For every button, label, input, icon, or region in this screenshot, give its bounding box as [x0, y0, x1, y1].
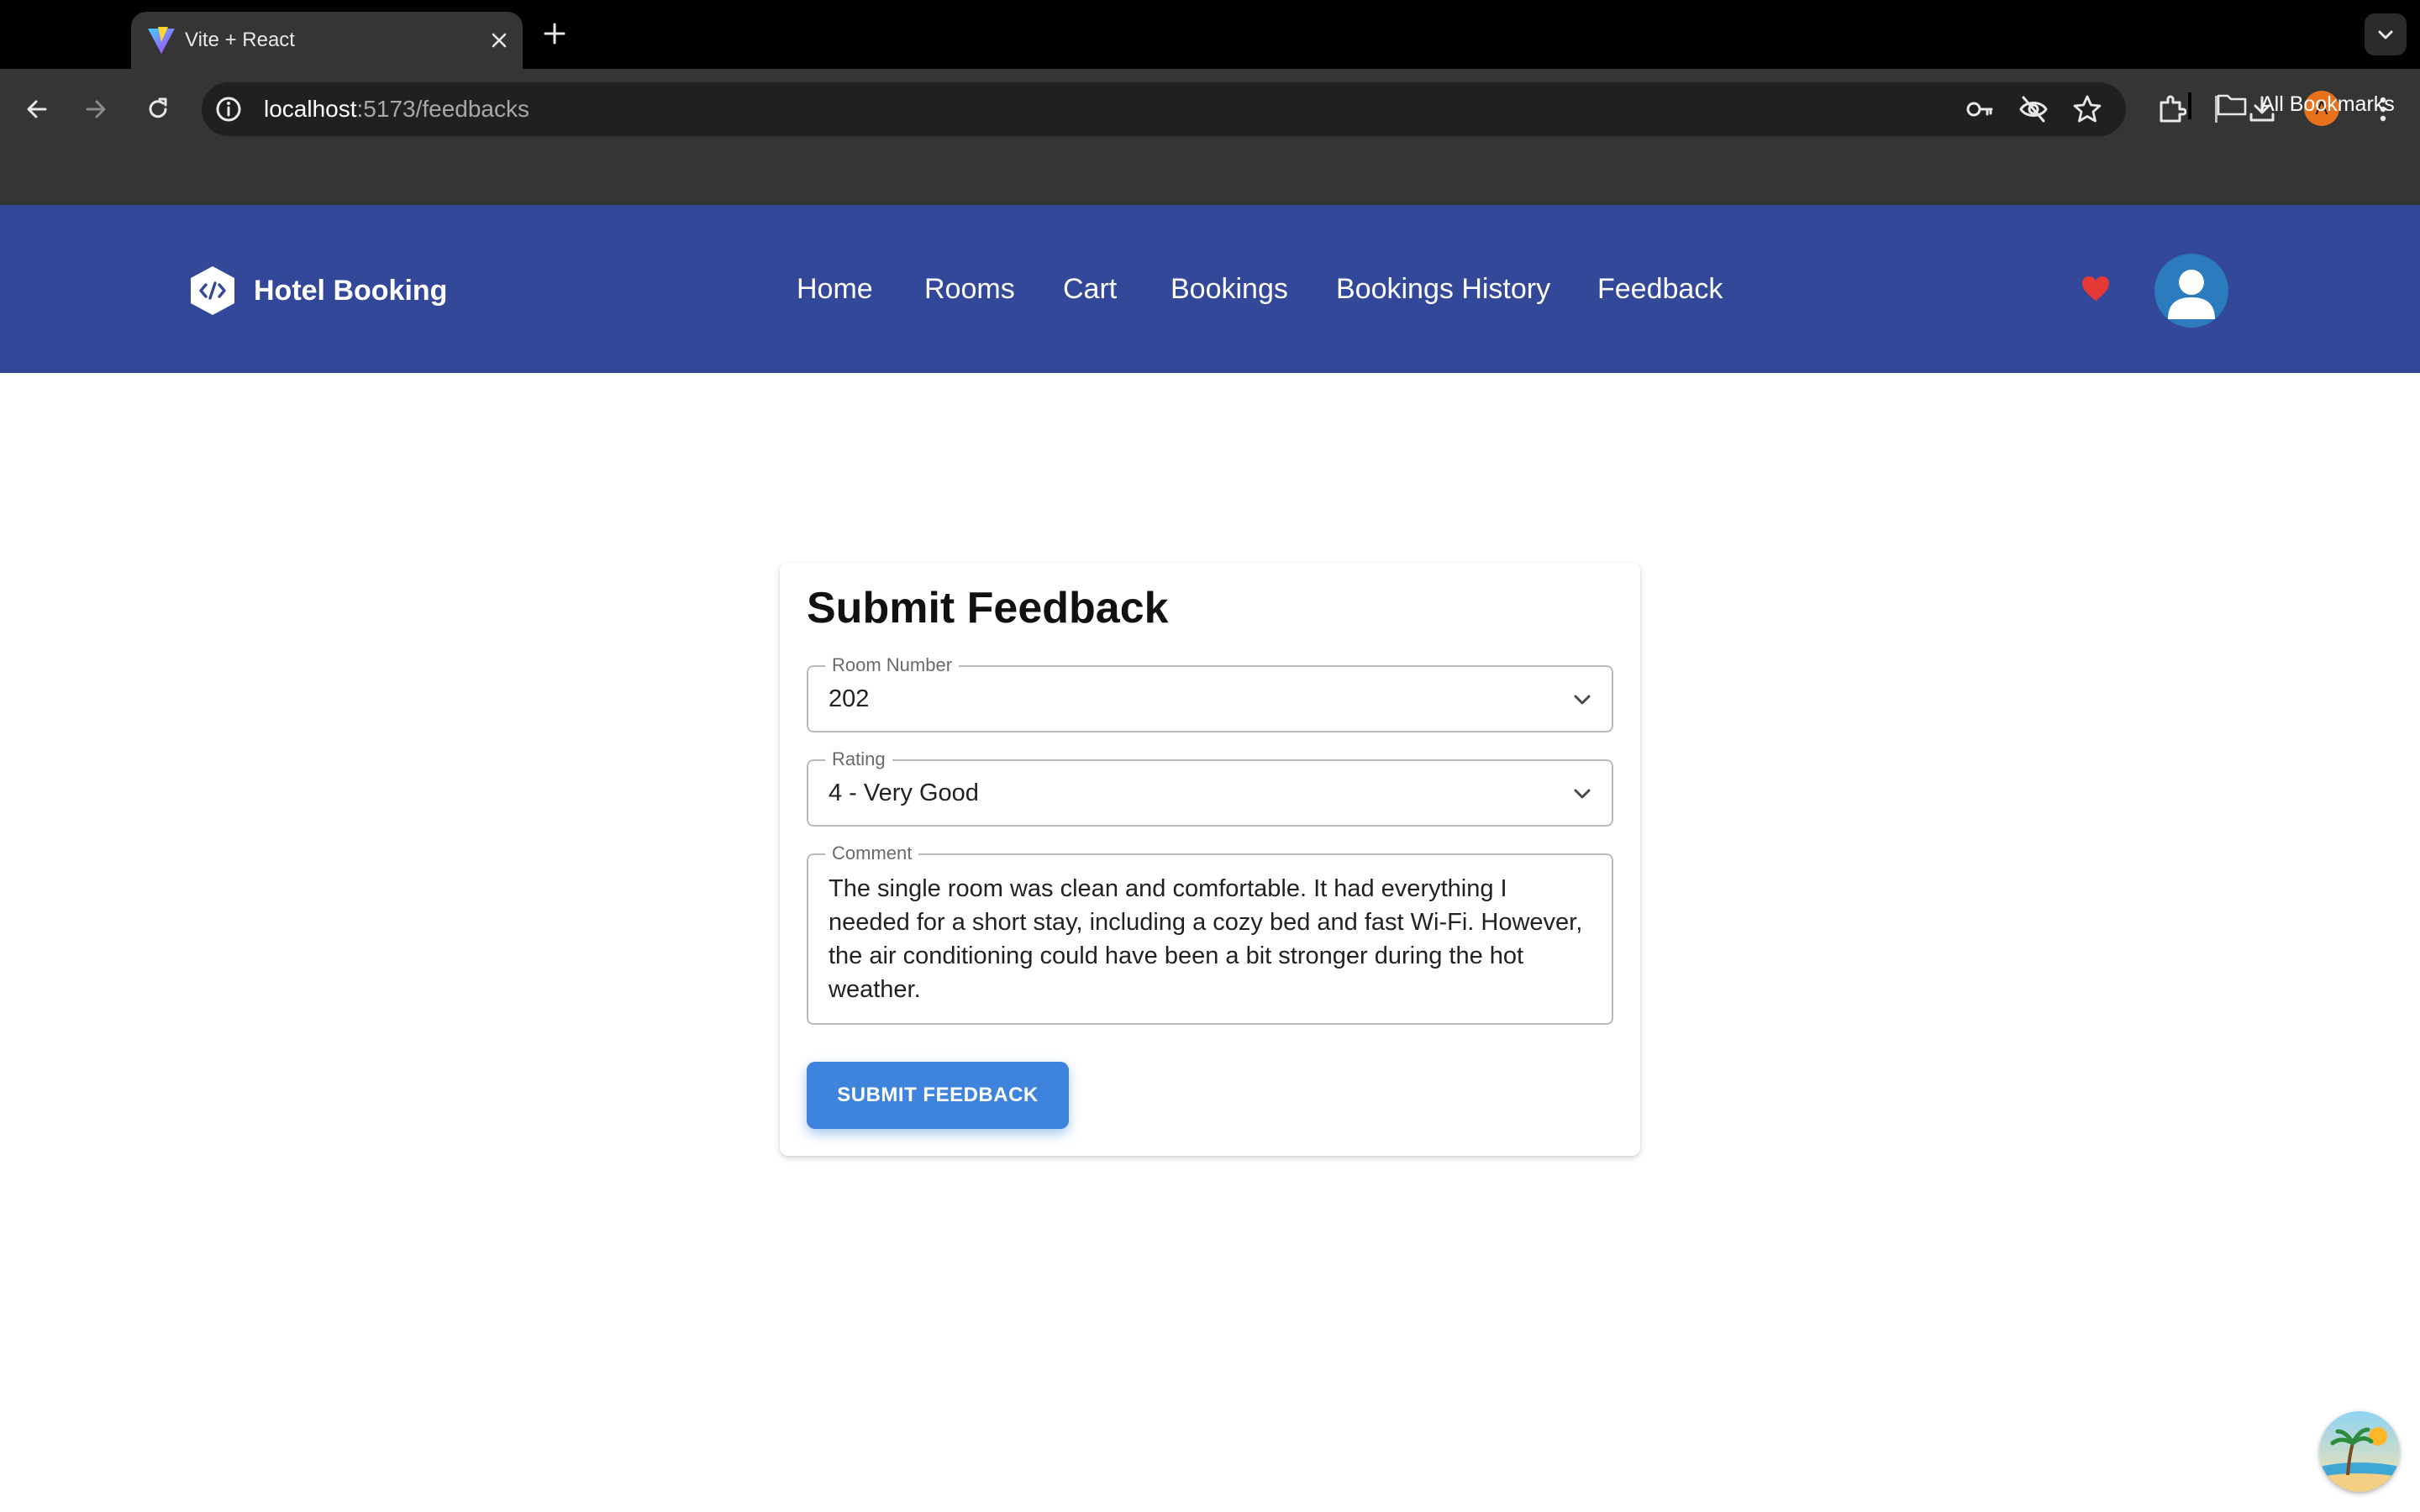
browser-tab[interactable]: Vite + React	[131, 12, 523, 69]
password-key-icon[interactable]	[1965, 94, 1995, 124]
bookmark-star-icon[interactable]	[2072, 94, 2102, 124]
nav-home[interactable]: Home	[797, 205, 873, 373]
vite-favicon-icon	[148, 27, 175, 54]
back-arrow-icon[interactable]	[15, 87, 59, 131]
tab-search-icon[interactable]	[2365, 13, 2407, 55]
comment-label: Comment	[825, 842, 919, 865]
url-path: :5173/feedbacks	[356, 96, 530, 122]
chevron-down-icon	[1574, 695, 1591, 705]
user-avatar[interactable]	[2154, 254, 2228, 328]
favorites-heart-icon[interactable]	[2081, 274, 2111, 304]
rating-value: 4 - Very Good	[829, 780, 979, 806]
bookmarks-divider	[2188, 92, 2191, 119]
tab-title: Vite + React	[185, 29, 295, 51]
nav-rooms[interactable]: Rooms	[924, 205, 1015, 373]
address-bar[interactable]: localhost:5173/feedbacks	[202, 82, 2126, 136]
palm-beach-icon	[2319, 1411, 2400, 1492]
submit-feedback-button[interactable]: SUBMIT FEEDBACK	[807, 1062, 1069, 1129]
url-host: localhost	[264, 96, 357, 122]
reload-icon[interactable]	[136, 87, 180, 131]
chevron-down-icon	[1574, 789, 1591, 799]
url-text[interactable]: localhost:5173/feedbacks	[264, 82, 529, 136]
room-number-value: 202	[829, 685, 870, 712]
rating-select[interactable]: Rating 4 - Very Good	[807, 748, 1613, 827]
extensions-puzzle-icon[interactable]	[2149, 87, 2193, 131]
page-title: Submit Feedback	[807, 584, 1169, 633]
feedback-card: Submit Feedback Room Number 202 Rating 4…	[780, 563, 1640, 1156]
forward-arrow-icon[interactable]	[74, 87, 118, 131]
nav-bookings-history[interactable]: Bookings History	[1336, 205, 1550, 373]
browser-toolbar: localhost:5173/feedbacks A	[0, 69, 2420, 205]
room-number-select[interactable]: Room Number 202	[807, 654, 1613, 732]
app-header: Hotel Booking Home Rooms Cart Bookings B…	[0, 205, 2420, 373]
comment-value: The single room was clean and comfortabl…	[829, 875, 1583, 1003]
eye-off-icon[interactable]	[2018, 94, 2049, 124]
nav-cart[interactable]: Cart	[1063, 205, 1117, 373]
user-silhouette-icon	[2168, 270, 2215, 319]
nav-feedback[interactable]: Feedback	[1597, 205, 1723, 373]
main-nav: Home Rooms Cart Bookings Bookings Histor…	[0, 205, 2420, 373]
close-tab-icon[interactable]	[484, 25, 514, 55]
comment-textarea[interactable]: Comment The single room was clean and co…	[807, 842, 1613, 1025]
folder-icon[interactable]	[2215, 87, 2249, 121]
nav-bookings[interactable]: Bookings	[1171, 205, 1288, 373]
new-tab-icon[interactable]	[538, 17, 571, 50]
beach-widget-icon[interactable]	[2319, 1411, 2400, 1492]
browser-tab-strip: Vite + React	[0, 0, 2420, 69]
site-info-icon[interactable]	[213, 94, 244, 124]
all-bookmarks-link[interactable]: All Bookmarks	[2260, 87, 2395, 121]
